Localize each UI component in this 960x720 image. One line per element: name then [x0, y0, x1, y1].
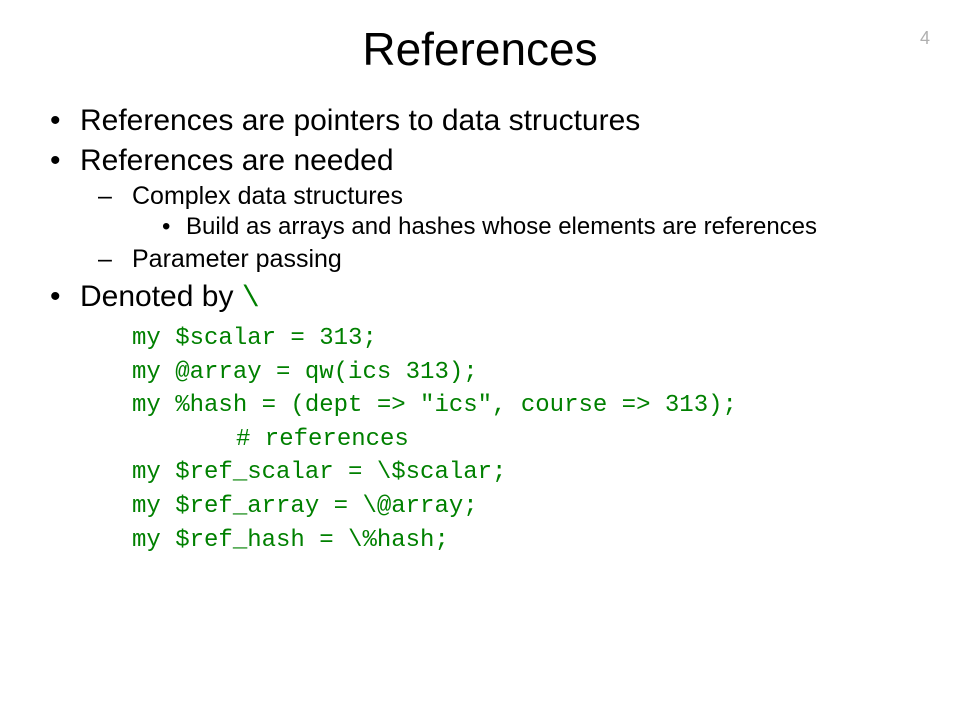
bullet-item: References are pointers to data structur… — [50, 104, 930, 138]
bullet-text: Build as arrays and hashes whose element… — [186, 213, 817, 240]
code-line: my $ref_array = \@array; — [132, 490, 930, 524]
bullet-item: Parameter passing — [98, 245, 930, 274]
page-number: 4 — [920, 28, 930, 49]
code-line: my $ref_hash = \%hash; — [132, 524, 930, 558]
bullet-text: References are needed — [80, 144, 394, 177]
code-line-comment: # references — [132, 423, 930, 457]
code-block: my $scalar = 313; my @array = qw(ics 313… — [132, 322, 930, 557]
bullet-item: References are needed Complex data struc… — [50, 144, 930, 274]
slide-title: References — [0, 0, 960, 104]
backslash-symbol: \ — [242, 282, 260, 316]
code-line: my @array = qw(ics 313); — [132, 356, 930, 390]
bullet-text: Complex data structures — [132, 182, 403, 210]
bullet-list-level3: Build as arrays and hashes whose element… — [132, 213, 930, 241]
bullet-item: Complex data structures Build as arrays … — [98, 182, 930, 241]
bullet-text: Denoted by — [80, 280, 242, 313]
bullet-text: References are pointers to data structur… — [80, 104, 640, 137]
code-line: my $scalar = 313; — [132, 322, 930, 356]
bullet-item: Denoted by \ my $scalar = 313; my @array… — [50, 280, 930, 557]
bullet-list-level2: Complex data structures Build as arrays … — [80, 182, 930, 274]
bullet-item: Build as arrays and hashes whose element… — [162, 213, 930, 241]
bullet-list-level1: References are pointers to data structur… — [50, 104, 930, 557]
code-line: my %hash = (dept => "ics", course => 313… — [132, 389, 930, 423]
code-line: my $ref_scalar = \$scalar; — [132, 456, 930, 490]
bullet-text: Parameter passing — [132, 245, 342, 273]
slide-content: References are pointers to data structur… — [0, 104, 960, 557]
